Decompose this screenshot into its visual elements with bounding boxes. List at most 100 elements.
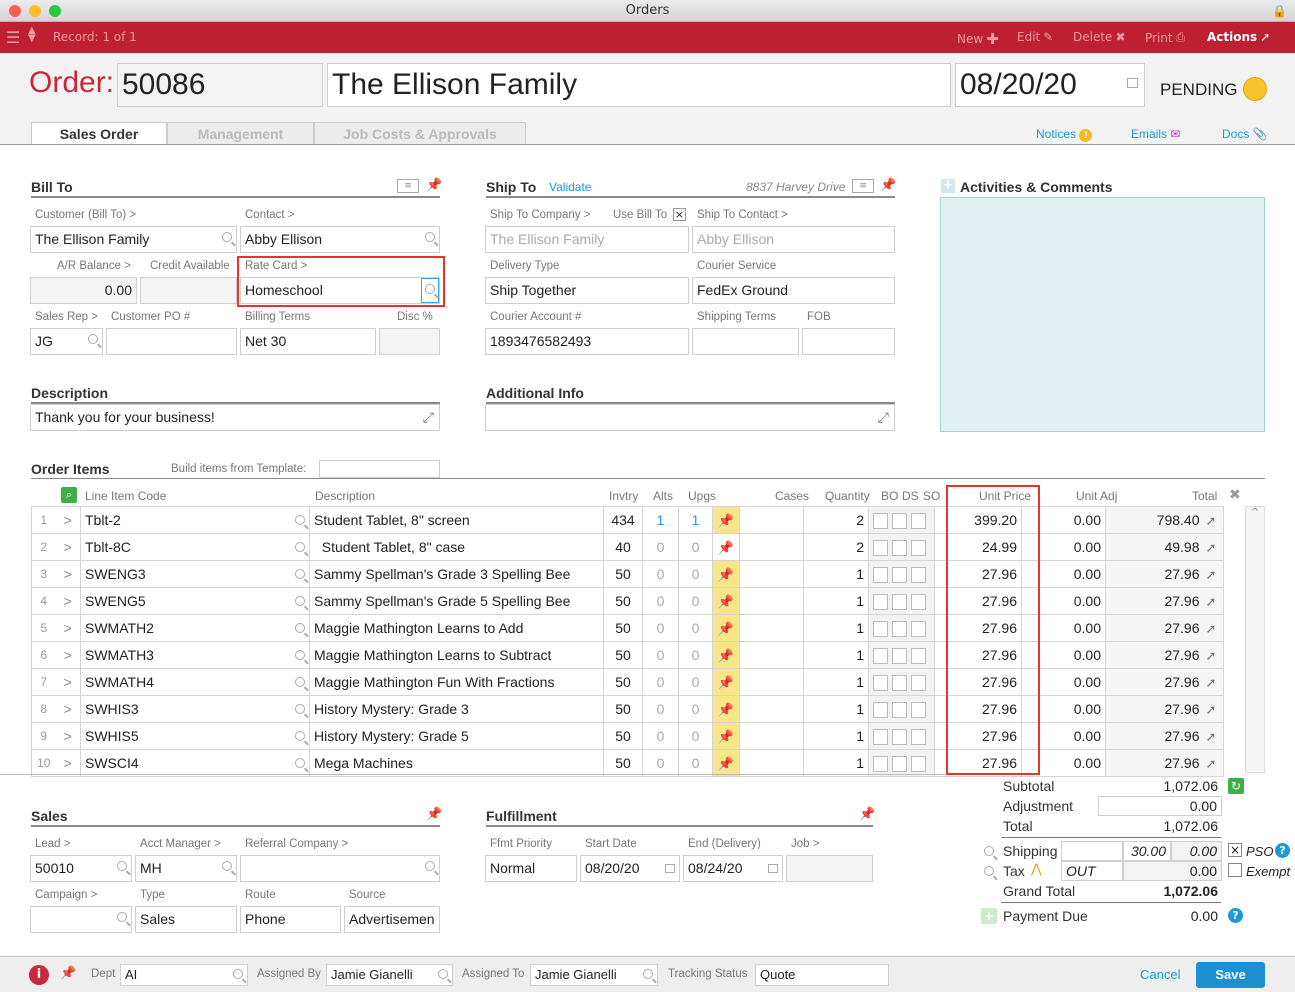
cases-cell[interactable]: [739, 587, 804, 615]
bo-checkbox[interactable]: [873, 755, 888, 772]
delete-button[interactable]: Delete ✖: [1073, 30, 1126, 44]
type-field[interactable]: Sales: [135, 906, 237, 933]
upgs-cell[interactable]: 0: [678, 587, 713, 615]
so-checkbox[interactable]: [911, 593, 926, 610]
upgs-cell[interactable]: 0: [678, 695, 713, 723]
alts-cell[interactable]: 0: [642, 560, 679, 588]
search-icon[interactable]: [295, 758, 305, 768]
cases-cell[interactable]: [739, 560, 804, 588]
line-item-code-cell[interactable]: SWHIS3: [80, 695, 310, 723]
pin-icon[interactable]: 📌: [60, 966, 76, 981]
expand-row-icon[interactable]: >: [55, 614, 81, 642]
billing-terms-field[interactable]: Net 30: [240, 328, 376, 355]
search-icon[interactable]: [295, 704, 305, 714]
add-activity-icon[interactable]: +: [941, 179, 955, 193]
table-row[interactable]: 4 > SWENG5 Sammy Spellman's Grade 5 Spellin…: [31, 587, 1224, 615]
actions-button[interactable]: Actions ➚: [1207, 30, 1270, 44]
so-checkbox[interactable]: [911, 539, 926, 556]
cases-cell[interactable]: [739, 506, 804, 534]
help-icon[interactable]: ?: [1228, 908, 1243, 923]
quantity-cell[interactable]: 1: [803, 560, 869, 588]
zoom-window-button[interactable]: [49, 5, 61, 17]
pin-icon[interactable]: 📌: [712, 506, 740, 534]
address-card-icon[interactable]: ≡: [397, 179, 419, 193]
line-item-code-cell[interactable]: SWSCI4: [80, 749, 310, 777]
bo-checkbox[interactable]: [873, 539, 888, 556]
start-date-field[interactable]: 08/20/20: [580, 855, 680, 882]
bo-checkbox[interactable]: [873, 674, 888, 691]
open-item-icon[interactable]: ➚: [1203, 749, 1224, 777]
info-icon[interactable]: i: [29, 965, 49, 985]
contact-field[interactable]: Abby Ellison: [240, 226, 440, 253]
table-row[interactable]: 7 > SWMATH4 Maggie Mathington Fun With Frac…: [31, 668, 1224, 696]
description-field[interactable]: Thank you for your business! ⤢: [30, 404, 440, 431]
pin-icon[interactable]: 📌: [859, 807, 875, 822]
expand-row-icon[interactable]: >: [55, 506, 81, 534]
upgs-cell[interactable]: 0: [678, 614, 713, 642]
template-field[interactable]: [319, 460, 440, 478]
sales-rep-label[interactable]: Sales Rep >: [35, 311, 98, 323]
search-icon[interactable]: [425, 232, 435, 242]
delete-items-icon[interactable]: ✖: [1229, 487, 1241, 503]
so-checkbox[interactable]: [911, 701, 926, 718]
expand-row-icon[interactable]: >: [55, 695, 81, 723]
menu-icon[interactable]: ☰: [6, 28, 20, 47]
fob-field[interactable]: [802, 328, 895, 355]
pin-icon[interactable]: 📌: [712, 749, 740, 777]
ds-checkbox[interactable]: [892, 593, 907, 610]
search-icon[interactable]: [295, 569, 305, 579]
dept-field[interactable]: AI: [120, 964, 248, 986]
minimize-window-button[interactable]: [29, 5, 41, 17]
calendar-icon[interactable]: [768, 864, 778, 873]
ds-checkbox[interactable]: [892, 539, 907, 556]
search-icon[interactable]: [295, 677, 305, 687]
quantity-cell[interactable]: 1: [803, 641, 869, 669]
line-item-code-cell[interactable]: SWMATH4: [80, 668, 310, 696]
referral-company-label[interactable]: Referral Company >: [245, 838, 348, 850]
shipping-quoted-field[interactable]: 30.00: [1123, 841, 1171, 861]
campaign-label[interactable]: Campaign >: [35, 889, 97, 901]
referral-company-field[interactable]: [240, 855, 440, 882]
expand-row-icon[interactable]: >: [55, 560, 81, 588]
pin-icon[interactable]: 📌: [712, 614, 740, 642]
alts-cell[interactable]: 0: [642, 533, 679, 561]
line-item-code-cell[interactable]: SWENG5: [80, 587, 310, 615]
quantity-cell[interactable]: 1: [803, 749, 869, 777]
description-cell[interactable]: Maggie Mathington Learns to Add: [309, 614, 604, 642]
pin-icon[interactable]: 📌: [712, 722, 740, 750]
so-checkbox[interactable]: [911, 755, 926, 772]
acct-manager-label[interactable]: Acct Manager >: [140, 838, 221, 850]
tab-management[interactable]: Management: [167, 122, 314, 145]
customer-po-field[interactable]: [106, 328, 237, 355]
open-item-icon[interactable]: ➚: [1203, 560, 1224, 588]
address-card-icon[interactable]: ≡: [852, 179, 874, 193]
table-row[interactable]: 6 > SWMATH3 Maggie Mathington Learns to Sub…: [31, 641, 1224, 669]
cases-cell[interactable]: [739, 668, 804, 696]
description-cell[interactable]: Student Tablet, 8" screen: [309, 506, 604, 534]
open-item-icon[interactable]: ➚: [1203, 614, 1224, 642]
alts-cell[interactable]: 0: [642, 641, 679, 669]
bo-checkbox[interactable]: [873, 512, 888, 529]
cases-cell[interactable]: [739, 533, 804, 561]
search-icon[interactable]: [295, 542, 305, 552]
search-icon[interactable]: [438, 969, 448, 979]
open-item-icon[interactable]: ➚: [1203, 668, 1224, 696]
upgs-cell[interactable]: 0: [678, 668, 713, 696]
open-item-icon[interactable]: ➚: [1203, 587, 1224, 615]
search-icon[interactable]: [295, 650, 305, 660]
route-field[interactable]: Phone: [240, 906, 341, 933]
bo-checkbox[interactable]: [873, 728, 888, 745]
bo-checkbox[interactable]: [873, 620, 888, 637]
order-date-field[interactable]: 08/20/20: [955, 63, 1145, 107]
table-row[interactable]: 3 > SWENG3 Sammy Spellman's Grade 3 Spellin…: [31, 560, 1224, 588]
help-icon[interactable]: ?: [1275, 843, 1290, 858]
edit-button[interactable]: Edit ✎: [1017, 30, 1053, 44]
alts-cell[interactable]: 0: [642, 614, 679, 642]
calendar-icon[interactable]: [665, 864, 675, 873]
search-icon[interactable]: [295, 596, 305, 606]
add-payment-icon[interactable]: +: [981, 908, 997, 924]
description-cell[interactable]: Maggie Mathington Fun With Fractions: [309, 668, 604, 696]
ds-checkbox[interactable]: [892, 755, 907, 772]
ar-balance-label[interactable]: A/R Balance >: [57, 260, 131, 272]
ship-contact-label[interactable]: Ship To Contact >: [697, 209, 788, 221]
